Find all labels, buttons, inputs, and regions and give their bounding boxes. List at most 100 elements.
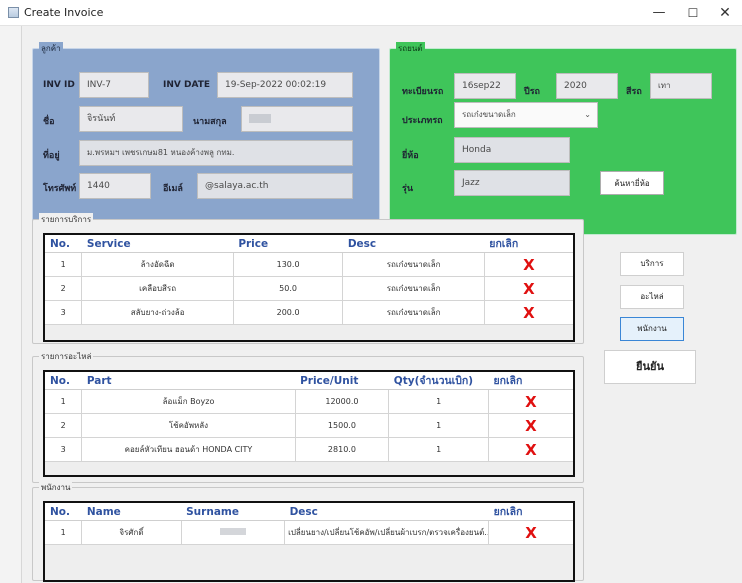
col-price[interactable]: Price: [233, 234, 343, 253]
inv-id-field[interactable]: INV-7: [79, 72, 149, 98]
col-desc[interactable]: Desc: [284, 502, 489, 521]
col-cancel[interactable]: ยกเลิก: [488, 371, 574, 390]
col-surname[interactable]: Surname: [181, 502, 285, 521]
cell-no[interactable]: 1: [43, 520, 83, 545]
cell-part[interactable]: คอยล์หัวเทียน ฮอนด้า HONDA CITY: [81, 437, 296, 462]
model-label: รุ่น: [402, 184, 413, 194]
brand-field[interactable]: Honda: [454, 137, 570, 163]
cell-desc[interactable]: รถเก๋งขนาดเล็ก: [342, 300, 485, 325]
cell-price[interactable]: 130.0: [232, 252, 344, 277]
car-type-select[interactable]: รถเก๋งขนาดเล็ก ⌄: [454, 102, 598, 128]
left-edge-strip: [0, 26, 22, 583]
table-row[interactable]: 1 ล้างอัดฉีด 130.0 รถเก๋งขนาดเล็ก X: [43, 252, 575, 277]
cell-qty[interactable]: 1: [388, 389, 489, 414]
close-button[interactable]: ✕: [708, 0, 742, 26]
cell-part[interactable]: โช้คอัพหลัง: [81, 413, 296, 438]
model-field[interactable]: Jazz: [454, 170, 570, 196]
col-price-unit[interactable]: Price/Unit: [295, 371, 389, 390]
cell-no[interactable]: 2: [43, 276, 83, 301]
search-brand-button[interactable]: ค้นหายี่ห้อ: [600, 171, 664, 195]
phone-field[interactable]: 1440: [79, 173, 151, 199]
table-row[interactable]: 1 ล้อแม็ก Boyzo 12000.0 1 X: [43, 389, 575, 414]
type-label: ประเภทรถ: [402, 116, 443, 126]
customer-group-label: ลูกค้า: [39, 42, 63, 55]
service-button[interactable]: บริการ: [620, 252, 684, 276]
employee-button[interactable]: พนักงาน: [620, 317, 684, 341]
car-group-label: รถยนต์: [396, 42, 425, 55]
col-name[interactable]: Name: [81, 502, 182, 521]
cancel-x-icon[interactable]: X: [487, 413, 575, 438]
cell-price[interactable]: 2810.0: [294, 437, 390, 462]
window-title: Create Invoice: [24, 6, 104, 19]
cell-qty[interactable]: 1: [388, 413, 489, 438]
confirm-button[interactable]: ยืนยัน: [604, 350, 696, 384]
parts-group: รายการอะไหล่ No. Part Price/Unit Qty(จำน…: [32, 350, 584, 483]
col-no[interactable]: No.: [44, 502, 82, 521]
col-cancel[interactable]: ยกเลิก: [488, 502, 574, 521]
col-no[interactable]: No.: [44, 234, 82, 253]
cell-price[interactable]: 50.0: [232, 276, 344, 301]
cancel-x-icon[interactable]: X: [483, 276, 575, 301]
name-field[interactable]: จิรนันท์: [79, 106, 183, 132]
parts-button[interactable]: อะไหล่: [620, 285, 684, 309]
cell-surname[interactable]: [180, 520, 286, 545]
address-field[interactable]: ม.พรหมฯ เพชรเกษม81 หนองค้างพลู กทม.: [79, 140, 353, 166]
color-label: สีรถ: [626, 87, 642, 97]
cell-no[interactable]: 1: [43, 389, 83, 414]
col-part[interactable]: Part: [81, 371, 296, 390]
color-field[interactable]: เทา: [650, 73, 712, 99]
table-row[interactable]: 2 โช้คอัพหลัง 1500.0 1 X: [43, 413, 575, 438]
minimize-button[interactable]: —: [642, 0, 676, 26]
cell-desc[interactable]: เปลี่ยนยาง/เปลี่ยนโช้คอัพ/เปลี่ยนผ้าเบรก…: [284, 520, 490, 545]
col-cancel[interactable]: ยกเลิก: [484, 234, 574, 253]
title-bar: Create Invoice — ☐ ✕: [0, 0, 742, 26]
cell-service[interactable]: สลับยาง-ถ่วงล้อ: [81, 300, 234, 325]
employees-table: No. Name Surname Desc ยกเลิก 1 จิรศักดิ์…: [43, 501, 575, 582]
email-label: อีเมล์: [163, 184, 183, 194]
table-row[interactable]: 3 คอยล์หัวเทียน ฮอนด้า HONDA CITY 2810.0…: [43, 437, 575, 462]
inv-date-label: INV DATE: [163, 80, 211, 90]
cell-desc[interactable]: รถเก๋งขนาดเล็ก: [342, 276, 485, 301]
cell-name[interactable]: จิรศักดิ์: [81, 520, 182, 545]
cell-no[interactable]: 2: [43, 413, 83, 438]
cell-service[interactable]: ล้างอัดฉีด: [81, 252, 234, 277]
surname-blur: [219, 528, 246, 535]
cancel-x-icon[interactable]: X: [483, 300, 575, 325]
car-type-value: รถเก๋งขนาดเล็ก: [462, 110, 516, 119]
cell-service[interactable]: เคลือบสีรถ: [81, 276, 234, 301]
cell-price[interactable]: 1500.0: [294, 413, 390, 438]
services-group-label: รายการบริการ: [39, 213, 94, 226]
cell-qty[interactable]: 1: [388, 437, 489, 462]
brand-label: ยี่ห้อ: [402, 151, 419, 161]
maximize-button[interactable]: ☐: [676, 0, 710, 26]
parts-group-label: รายการอะไหล่: [39, 350, 94, 363]
inv-date-field[interactable]: 19-Sep-2022 00:02:19: [217, 72, 353, 98]
phone-label: โทรศัพท์: [43, 184, 77, 194]
cell-no[interactable]: 1: [43, 252, 83, 277]
services-header-row: No. Service Price Desc ยกเลิก: [44, 234, 574, 253]
year-field[interactable]: 2020: [556, 73, 618, 99]
cell-price[interactable]: 12000.0: [294, 389, 390, 414]
window-client: ลูกค้า INV ID INV-7 INV DATE 19-Sep-2022…: [22, 26, 742, 583]
cell-part[interactable]: ล้อแม็ก Boyzo: [81, 389, 296, 414]
col-desc[interactable]: Desc: [342, 234, 485, 253]
cell-no[interactable]: 3: [43, 437, 83, 462]
col-no[interactable]: No.: [44, 371, 82, 390]
cell-no[interactable]: 3: [43, 300, 83, 325]
email-field[interactable]: @salaya.ac.th: [197, 173, 353, 199]
cancel-x-icon[interactable]: X: [487, 389, 575, 414]
customer-group: ลูกค้า INV ID INV-7 INV DATE 19-Sep-2022…: [32, 42, 380, 235]
cancel-x-icon[interactable]: X: [487, 437, 575, 462]
inv-id-label: INV ID: [43, 80, 75, 90]
cell-price[interactable]: 200.0: [232, 300, 344, 325]
col-service[interactable]: Service: [81, 234, 234, 253]
cell-desc[interactable]: รถเก๋งขนาดเล็ก: [342, 252, 485, 277]
employees-group: พนักงาน No. Name Surname Desc ยกเลิก 1 จ…: [32, 481, 584, 582]
cancel-x-icon[interactable]: X: [488, 520, 575, 545]
table-row[interactable]: 2 เคลือบสีรถ 50.0 รถเก๋งขนาดเล็ก X: [43, 276, 575, 301]
table-row[interactable]: 1 จิรศักดิ์ เปลี่ยนยาง/เปลี่ยนโช้คอัพ/เป…: [43, 520, 575, 545]
plate-field[interactable]: 16sep22: [454, 73, 516, 99]
table-row[interactable]: 3 สลับยาง-ถ่วงล้อ 200.0 รถเก๋งขนาดเล็ก X: [43, 300, 575, 325]
col-qty[interactable]: Qty(จำนวนเบิก): [388, 371, 489, 390]
cancel-x-icon[interactable]: X: [483, 252, 575, 277]
